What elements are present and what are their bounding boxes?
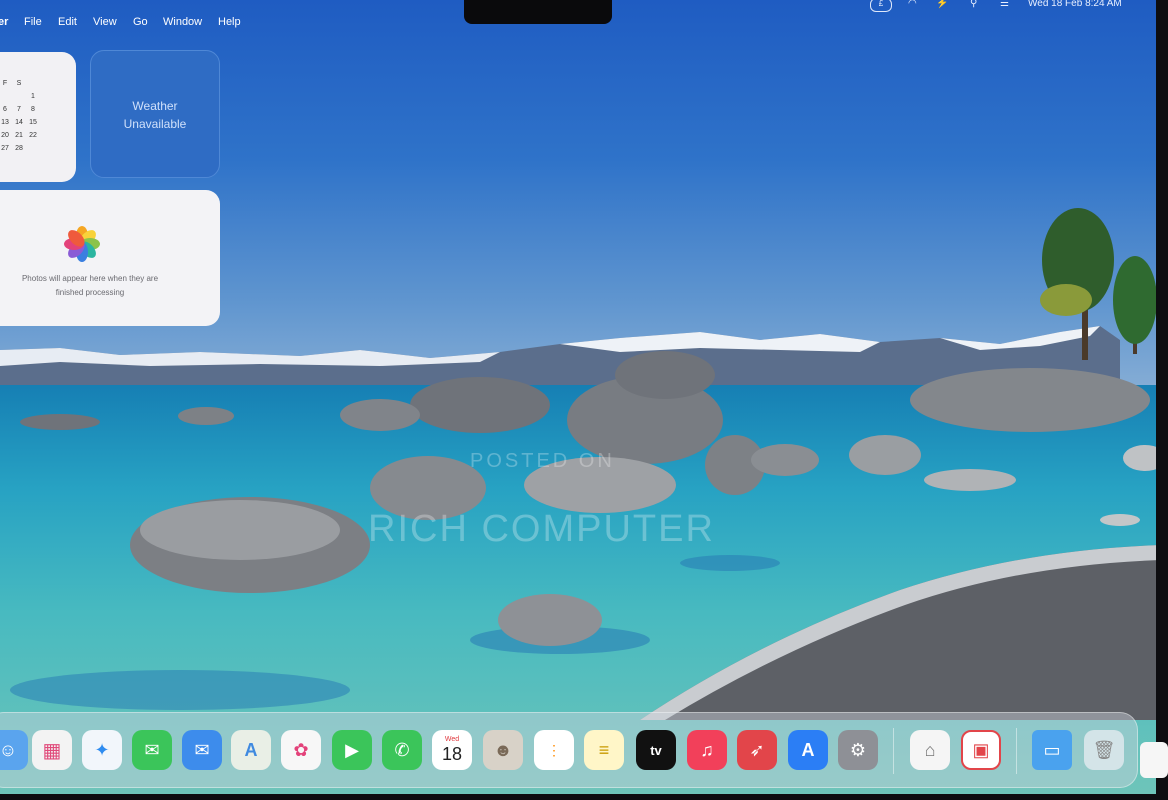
calendar-cell: 20: [1, 132, 9, 139]
menu-file[interactable]: File: [24, 16, 42, 28]
window-edge-icon: [1140, 742, 1168, 778]
screen-bezel-bottom: [0, 794, 1168, 800]
control-center-icon[interactable]: ☰: [1000, 0, 1009, 9]
calendar-cell: 27: [1, 145, 9, 152]
dock-finder-icon[interactable]: ☺: [0, 730, 28, 770]
calendar-widget[interactable]: TFS156781213141519202122262728: [0, 52, 76, 182]
calendar-cell: 14: [15, 119, 23, 126]
dock-safari-icon[interactable]: ✦: [82, 730, 122, 770]
menu-edit[interactable]: Edit: [58, 16, 77, 28]
screen-bezel-right: [1156, 0, 1168, 800]
calendar-cell: 1: [31, 93, 35, 100]
dock-app-icon[interactable]: ▣: [961, 730, 1001, 770]
calendar-cell: F: [2, 80, 8, 87]
weather-widget[interactable]: Weather Unavailable: [90, 50, 220, 178]
dock-music-icon[interactable]: ♫: [687, 730, 727, 770]
search-icon[interactable]: ⚲: [970, 0, 977, 9]
dock-launchpad-icon[interactable]: ▦: [32, 730, 72, 770]
dock-folder-icon[interactable]: ▭: [1032, 730, 1072, 770]
dock-contacts-icon[interactable]: ☻: [483, 730, 523, 770]
dock-rocket-icon[interactable]: ➶: [737, 730, 777, 770]
calendar-grid: TFS156781213141519202122262728: [0, 80, 40, 152]
calendar-cell: 22: [29, 132, 37, 139]
dock-app-store-icon[interactable]: A: [788, 730, 828, 770]
keyboard-input-icon[interactable]: £: [870, 0, 892, 12]
calendar-cell: [0, 93, 12, 100]
dock-mail-icon[interactable]: ✉: [182, 730, 222, 770]
photos-flower-icon: [64, 226, 100, 262]
dock-facetime-icon[interactable]: ▶: [332, 730, 372, 770]
weather-line-1: Weather: [132, 99, 178, 113]
calendar-cell: [12, 93, 26, 100]
watermark-line-2: RICH COMPUTER: [368, 508, 715, 550]
menu-help[interactable]: Help: [218, 16, 241, 28]
wifi-icon[interactable]: ◠: [908, 0, 917, 9]
photos-line-1: Photos will appear here when they are: [21, 274, 159, 283]
calendar-cell: 7: [17, 106, 21, 113]
photos-line-2: finished processing: [55, 288, 125, 297]
dock-photos-icon[interactable]: ✿: [281, 730, 321, 770]
dock-calendar-day: 18: [441, 744, 463, 764]
calendar-cell: 15: [29, 119, 37, 126]
menu-window[interactable]: Window: [163, 16, 202, 28]
dock-trash-icon[interactable]: 🗑: [1084, 730, 1124, 770]
calendar-cell: 21: [15, 132, 23, 139]
battery-charging-icon[interactable]: ⚡: [936, 0, 948, 9]
calendar-cell: 6: [3, 106, 7, 113]
dock-maps-icon[interactable]: A: [231, 730, 271, 770]
calendar-cell: [26, 80, 40, 87]
dock-separator-2: [1016, 728, 1017, 774]
dock-reminders-icon[interactable]: ⋮: [534, 730, 574, 770]
menu-go[interactable]: Go: [133, 16, 148, 28]
dock-phone-icon[interactable]: ✆: [382, 730, 422, 770]
dock-documents-icon[interactable]: ⌂: [910, 730, 950, 770]
dock-calendar-weekday: Wed: [444, 736, 460, 743]
menu-bar: er File Edit View Go Window Help £ ◠ ⚡ ⚲…: [0, 0, 1156, 44]
calendar-cell: [26, 145, 40, 152]
photos-widget[interactable]: Photos will appear here when they are fi…: [0, 190, 220, 326]
weather-line-2: Unavailable: [123, 117, 187, 131]
dock-calendar-icon[interactable]: Wed 18: [432, 730, 472, 770]
calendar-cell: 13: [1, 119, 9, 126]
dock-system-settings-icon[interactable]: ⚙: [838, 730, 878, 770]
calendar-cell: 28: [15, 145, 23, 152]
watermark-line-1: POSTED ON: [470, 450, 615, 472]
dock-messages-icon[interactable]: ✉: [132, 730, 172, 770]
menu-app-name[interactable]: er: [0, 16, 8, 28]
calendar-cell: 8: [31, 106, 35, 113]
dock-apple-tv-icon[interactable]: tv: [636, 730, 676, 770]
dock-notes-icon[interactable]: ≡: [584, 730, 624, 770]
calendar-cell: S: [16, 80, 22, 87]
dock-separator-1: [893, 728, 894, 774]
menu-view[interactable]: View: [93, 16, 117, 28]
menu-clock[interactable]: Wed 18 Feb 8:24 AM: [1028, 0, 1140, 9]
